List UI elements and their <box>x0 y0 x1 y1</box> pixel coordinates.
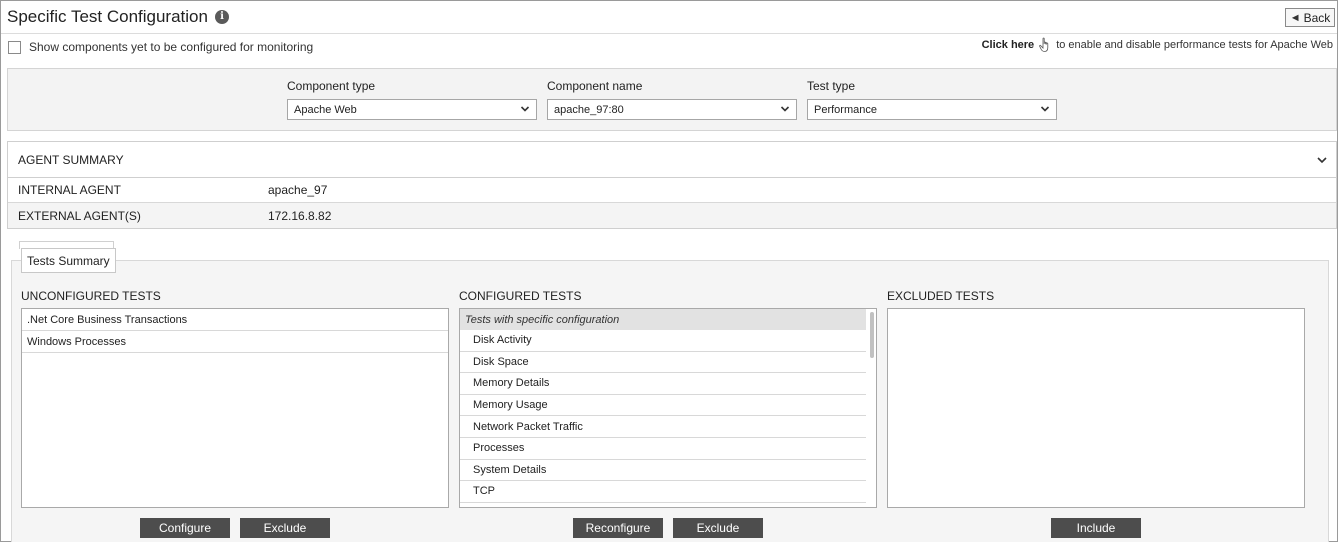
list-item[interactable]: Network Packet Traffic <box>460 416 866 438</box>
agent-key: INTERNAL AGENT <box>18 183 121 197</box>
show-components-row: Show components yet to be configured for… <box>8 39 313 55</box>
agent-row-external: EXTERNAL AGENT(S) 172.16.8.82 <box>8 203 1336 228</box>
unconfigured-tests-label: UNCONFIGURED TESTS <box>21 289 161 303</box>
component-name-select[interactable]: apache_97:80 <box>547 99 797 120</box>
test-type-group: Test type Performance <box>807 79 1057 120</box>
unconfigured-tests-list[interactable]: .Net Core Business Transactions Windows … <box>21 308 449 508</box>
show-components-label: Show components yet to be configured for… <box>29 40 314 54</box>
hand-pointer-icon <box>1039 37 1049 52</box>
excluded-tests-list[interactable] <box>887 308 1305 508</box>
filter-panel: Component type Apache Web Component name… <box>7 68 1337 131</box>
agent-row-internal: INTERNAL AGENT apache_97 <box>8 178 1336 203</box>
chevron-down-icon <box>520 106 530 112</box>
click-here-row: Click here to enable and disable perform… <box>982 37 1333 53</box>
back-arrow-icon: ◄ <box>1289 11 1301 24</box>
scrollbar-thumb[interactable] <box>870 312 874 358</box>
excluded-tests-label: EXCLUDED TESTS <box>887 289 995 303</box>
test-type-value: Performance <box>814 103 877 116</box>
list-item[interactable]: TCP <box>460 481 866 503</box>
back-button[interactable]: ◄ Back <box>1285 8 1335 27</box>
chevron-down-icon <box>780 106 790 112</box>
configured-tests-list[interactable]: Tests with specific configuration Disk A… <box>459 308 877 508</box>
list-item[interactable]: Memory Usage <box>460 395 866 417</box>
agent-summary-title: AGENT SUMMARY <box>18 152 124 167</box>
agent-summary-header[interactable]: AGENT SUMMARY <box>8 142 1336 178</box>
agent-value: apache_97 <box>268 183 328 197</box>
component-type-group: Component type Apache Web <box>287 79 537 120</box>
list-item[interactable]: Disk Space <box>460 352 866 374</box>
test-type-select[interactable]: Performance <box>807 99 1057 120</box>
test-type-label: Test type <box>807 79 856 93</box>
chevron-down-icon <box>1040 106 1050 112</box>
exclude-unconfigured-button[interactable]: Exclude <box>240 518 330 538</box>
configure-button[interactable]: Configure <box>140 518 230 538</box>
component-type-label: Component type <box>287 79 376 93</box>
list-item[interactable]: Processes <box>460 438 866 460</box>
click-here-text: to enable and disable performance tests … <box>1056 39 1333 51</box>
list-item[interactable]: .Net Core Business Transactions <box>22 309 448 331</box>
chevron-down-icon[interactable] <box>1316 154 1328 166</box>
agent-summary-panel: AGENT SUMMARY INTERNAL AGENT apache_97 E… <box>7 141 1337 229</box>
component-name-label: Component name <box>547 79 643 93</box>
list-item[interactable]: Windows Processes <box>22 331 448 353</box>
exclude-configured-button[interactable]: Exclude <box>673 518 763 538</box>
info-icon[interactable]: i <box>215 10 229 24</box>
list-item[interactable]: Memory Details <box>460 373 866 395</box>
title-bar: Specific Test Configuration i ◄ Back <box>1 1 1337 34</box>
list-group-header: Tests with specific configuration <box>460 309 866 330</box>
agent-key: EXTERNAL AGENT(S) <box>18 208 141 223</box>
page-title: Specific Test Configuration <box>7 7 208 26</box>
list-item[interactable]: Disk Activity <box>460 330 866 352</box>
component-name-group: Component name apache_97:80 <box>547 79 797 120</box>
component-type-value: Apache Web <box>294 103 357 116</box>
click-here-link[interactable]: Click here <box>982 39 1035 51</box>
reconfigure-button[interactable]: Reconfigure <box>573 518 663 538</box>
agent-value: 172.16.8.82 <box>268 208 332 223</box>
component-name-value: apache_97:80 <box>554 103 624 116</box>
configured-tests-label: CONFIGURED TESTS <box>459 289 582 303</box>
tab-tests-summary[interactable]: Tests Summary <box>21 248 116 273</box>
component-type-select[interactable]: Apache Web <box>287 99 537 120</box>
back-button-label: Back <box>1303 10 1331 25</box>
list-item[interactable]: System Details <box>460 460 866 482</box>
include-button[interactable]: Include <box>1051 518 1141 538</box>
show-components-checkbox[interactable] <box>8 40 21 54</box>
